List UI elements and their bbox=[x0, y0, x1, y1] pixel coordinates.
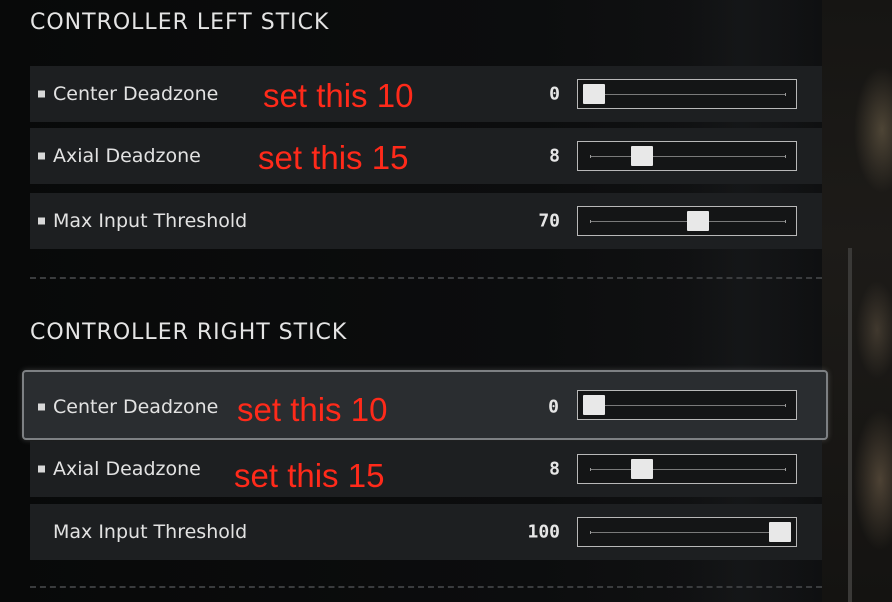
section-divider bbox=[30, 586, 822, 588]
bullet-icon bbox=[38, 217, 45, 225]
setting-row-right-center-deadzone[interactable]: Center Deadzone 0 bbox=[22, 370, 828, 440]
setting-label: Max Input Threshold bbox=[53, 521, 248, 543]
slider-right-axial-deadzone[interactable] bbox=[577, 454, 797, 484]
setting-label: Center Deadzone bbox=[53, 83, 219, 105]
bullet-icon bbox=[38, 152, 45, 160]
slider-track bbox=[590, 155, 786, 158]
annotation-right-center: set this 10 bbox=[237, 391, 388, 428]
annotation-left-center: set this 10 bbox=[263, 77, 414, 114]
slider-track bbox=[590, 468, 786, 471]
slider-thumb[interactable] bbox=[631, 146, 654, 166]
setting-row-left-axial-deadzone[interactable]: Axial Deadzone 8 bbox=[30, 128, 822, 184]
slider-track bbox=[590, 93, 786, 96]
bullet-icon bbox=[38, 90, 45, 98]
setting-label: Center Deadzone bbox=[53, 396, 219, 418]
setting-value: 8 bbox=[549, 145, 560, 167]
setting-value: 70 bbox=[538, 210, 560, 232]
slider-thumb[interactable] bbox=[631, 459, 654, 479]
slider-left-center-deadzone[interactable] bbox=[577, 79, 797, 109]
setting-label: Axial Deadzone bbox=[53, 145, 201, 167]
slider-thumb[interactable] bbox=[583, 84, 605, 104]
annotation-left-axial: set this 15 bbox=[258, 139, 409, 176]
slider-right-center-deadzone[interactable] bbox=[577, 390, 797, 420]
setting-label: Max Input Threshold bbox=[53, 210, 248, 232]
setting-value: 8 bbox=[549, 458, 560, 480]
slider-thumb[interactable] bbox=[769, 522, 791, 542]
background-soldier-image bbox=[822, 0, 892, 602]
slider-thumb[interactable] bbox=[687, 211, 710, 231]
slider-thumb[interactable] bbox=[583, 395, 605, 415]
settings-screen: CONTROLLER LEFT STICK Center Deadzone 0 … bbox=[0, 0, 892, 602]
setting-row-left-center-deadzone[interactable]: Center Deadzone 0 bbox=[30, 66, 822, 122]
setting-row-right-max-input-threshold[interactable]: Max Input Threshold 100 bbox=[30, 504, 822, 560]
bullet-icon bbox=[38, 403, 45, 411]
setting-row-right-axial-deadzone[interactable]: Axial Deadzone 8 bbox=[30, 441, 822, 497]
slider-right-max-input-threshold[interactable] bbox=[577, 517, 797, 547]
bullet-icon bbox=[38, 465, 45, 473]
setting-value: 0 bbox=[549, 83, 560, 105]
section-divider bbox=[30, 277, 822, 279]
setting-label: Axial Deadzone bbox=[53, 458, 201, 480]
section-title-right-stick: CONTROLLER RIGHT STICK bbox=[30, 320, 348, 345]
annotation-right-axial: set this 15 bbox=[234, 457, 385, 494]
setting-value: 100 bbox=[527, 521, 560, 543]
slider-track bbox=[590, 531, 786, 534]
slider-left-axial-deadzone[interactable] bbox=[577, 141, 797, 171]
slider-track bbox=[590, 404, 786, 407]
setting-row-left-max-input-threshold[interactable]: Max Input Threshold 70 bbox=[30, 193, 822, 249]
slider-left-max-input-threshold[interactable] bbox=[577, 206, 797, 236]
section-title-left-stick: CONTROLLER LEFT STICK bbox=[30, 10, 330, 35]
setting-value: 0 bbox=[548, 396, 559, 418]
